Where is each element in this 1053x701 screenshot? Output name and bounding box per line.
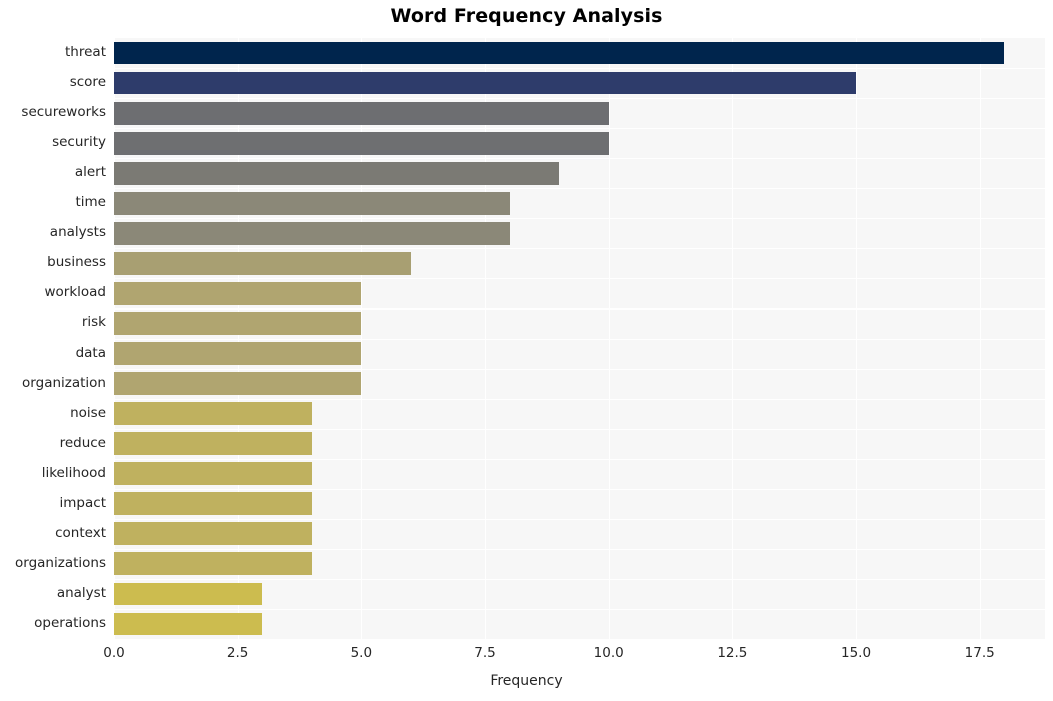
plot-area [114, 38, 1045, 639]
x-axis-title: Frequency [490, 673, 563, 689]
y-tick-label-organizations: organizations [15, 554, 106, 571]
y-tick-label-analysts: analysts [49, 224, 106, 241]
y-tick-label-workload: workload [44, 284, 106, 301]
bar-analysts[interactable] [114, 221, 510, 245]
bar-row[interactable] [114, 342, 1045, 365]
y-tick-label-secureworks: secureworks [21, 104, 106, 121]
bar-row[interactable] [114, 432, 1045, 456]
bar-context[interactable] [114, 522, 312, 546]
y-tick-label-likelihood: likelihood [41, 464, 106, 481]
y-tick-label-context: context [55, 524, 106, 541]
bar-row[interactable] [114, 282, 1045, 305]
bar-row[interactable] [114, 221, 1045, 245]
x-tick-label-12.5: 12.5 [717, 645, 748, 661]
chart-title: Word Frequency Analysis [390, 5, 663, 27]
bar-row[interactable] [114, 71, 1045, 95]
bar-row[interactable] [114, 251, 1045, 275]
bar-operations[interactable] [114, 612, 263, 636]
chart-figure: Word Frequency Analysis threat score secur… [0, 0, 1053, 701]
x-axis-line [114, 639, 1045, 640]
bar-row[interactable] [114, 131, 1045, 155]
y-tick-label-data: data [75, 344, 106, 361]
row-separator [114, 608, 1045, 611]
row-separator [114, 128, 1045, 130]
row-separator [114, 368, 1045, 370]
y-tick-label-time: time [75, 194, 106, 211]
y-tick-label-organization: organization [22, 374, 106, 391]
bar-organization[interactable] [114, 372, 362, 395]
row-separator [114, 578, 1045, 580]
bar-row[interactable] [114, 402, 1045, 426]
bar-row[interactable] [114, 462, 1045, 486]
x-tick-label-2.5: 2.5 [226, 645, 249, 661]
bar-risk[interactable] [114, 312, 362, 335]
row-separator [114, 488, 1045, 490]
row-separator [114, 158, 1045, 160]
row-separator [114, 398, 1045, 400]
bar-security[interactable] [114, 131, 609, 155]
bar-row[interactable] [114, 191, 1045, 215]
bar-row[interactable] [114, 612, 1045, 636]
y-tick-label-alert: alert [74, 164, 106, 181]
bar-alert[interactable] [114, 161, 560, 185]
bar-data[interactable] [114, 342, 362, 365]
bar-noise[interactable] [114, 402, 312, 426]
row-separator [114, 278, 1045, 280]
bar-row[interactable] [114, 161, 1045, 185]
y-tick-label-operations: operations [34, 614, 106, 631]
bar-row[interactable] [114, 552, 1045, 576]
y-axis-tick-labels: threat score secureworks security alert time a… [0, 38, 106, 639]
y-tick-label-score: score [69, 74, 106, 91]
row-separator [114, 548, 1045, 550]
x-tick-label-10.0: 10.0 [593, 645, 624, 661]
bar-threat[interactable] [114, 41, 1005, 65]
row-separator [114, 248, 1045, 250]
bar-impact[interactable] [114, 492, 312, 516]
x-tick-label-7.5: 7.5 [474, 645, 496, 661]
bar-time[interactable] [114, 191, 510, 215]
row-separator [114, 188, 1045, 190]
y-tick-label-security: security [52, 134, 106, 151]
bar-row[interactable] [114, 101, 1045, 125]
row-separator [114, 308, 1045, 310]
bar-row[interactable] [114, 582, 1045, 606]
y-tick-label-noise: noise [70, 404, 106, 421]
y-tick-label-business: business [47, 254, 106, 271]
y-tick-label-threat: threat [65, 44, 106, 61]
bar-analyst[interactable] [114, 582, 263, 606]
bar-business[interactable] [114, 251, 411, 275]
bar-workload[interactable] [114, 282, 362, 305]
bar-row[interactable] [114, 41, 1045, 65]
x-axis-tick-labels: 0.0 2.5 5.0 7.5 10.0 12.5 15.0 17.5 [0, 645, 1053, 667]
row-separator [114, 518, 1045, 520]
x-tick-label-15.0: 15.0 [840, 645, 872, 661]
bar-score[interactable] [114, 71, 857, 95]
bar-organizations[interactable] [114, 552, 312, 576]
bar-likelihood[interactable] [114, 462, 312, 486]
row-separator [114, 218, 1045, 220]
bar-row[interactable] [114, 492, 1045, 516]
bar-reduce[interactable] [114, 432, 312, 456]
y-tick-label-analyst: analyst [56, 584, 106, 601]
y-tick-label-risk: risk [81, 314, 106, 331]
y-tick-label-reduce: reduce [59, 434, 106, 451]
y-tick-label-impact: impact [59, 494, 106, 511]
row-separator [114, 98, 1045, 100]
bars-layer [114, 38, 1045, 639]
bar-row[interactable] [114, 312, 1045, 335]
bar-row[interactable] [114, 372, 1045, 395]
x-tick-label-5.0: 5.0 [350, 645, 373, 661]
x-tick-label-0.0: 0.0 [103, 645, 125, 661]
row-separator [114, 338, 1045, 340]
bar-secureworks[interactable] [114, 101, 609, 125]
x-tick-label-17.5: 17.5 [964, 645, 995, 661]
bar-row[interactable] [114, 522, 1045, 546]
row-separator [114, 428, 1045, 430]
row-separator [114, 68, 1045, 70]
row-separator [114, 458, 1045, 460]
